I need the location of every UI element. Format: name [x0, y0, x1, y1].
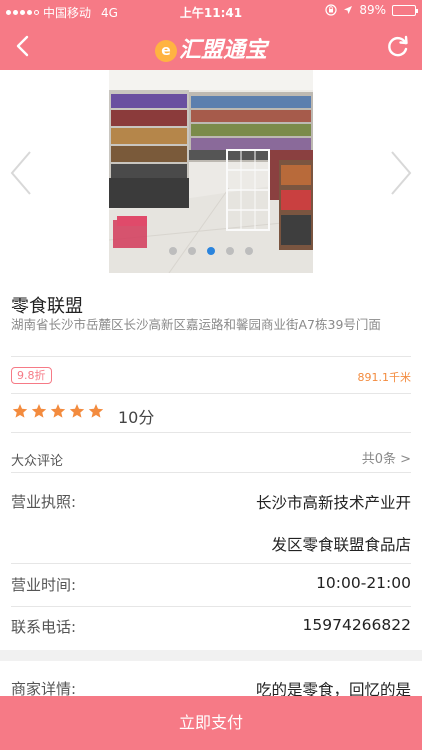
- image-carousel[interactable]: [0, 70, 422, 280]
- refresh-icon[interactable]: [382, 30, 414, 62]
- carousel-indicator: [0, 247, 422, 255]
- nav-bar: e 汇盟通宝: [0, 22, 422, 70]
- distance-label: 891.1千米: [357, 371, 412, 384]
- rating-score: 10分: [118, 408, 155, 427]
- discount-badge: 9.8折: [11, 367, 52, 384]
- license-value-line2: 发区零食联盟食品店: [271, 536, 411, 554]
- pay-now-button[interactable]: 立即支付: [0, 696, 422, 750]
- carousel-dot[interactable]: [245, 247, 253, 255]
- star-icon: [69, 404, 85, 418]
- license-value-line1: 长沙市高新技术产业开: [255, 494, 411, 512]
- location-arrow-icon: [344, 6, 353, 14]
- license-label: 营业执照:: [11, 493, 77, 511]
- status-bar: 中国移动 4G 上午11:41 89%: [0, 0, 422, 22]
- store-interior-image: [109, 70, 313, 273]
- battery-percent: 89%: [359, 3, 386, 17]
- hours-value: 10:00-21:00: [316, 574, 411, 592]
- logo-mark: e: [154, 40, 177, 62]
- star-icon: [31, 404, 47, 418]
- battery-icon: [392, 4, 418, 16]
- carousel-next-icon[interactable]: [386, 148, 416, 198]
- divider: [11, 356, 411, 357]
- star-icon: [12, 404, 28, 418]
- carousel-prev-icon[interactable]: [6, 148, 36, 198]
- reviews-label[interactable]: 大众评论: [11, 450, 63, 469]
- status-bar-right: 89%: [325, 3, 418, 17]
- carousel-dot[interactable]: [169, 247, 177, 255]
- divider: [11, 606, 411, 607]
- star-icon: [88, 404, 104, 418]
- shop-photo: [109, 70, 313, 273]
- carousel-dot[interactable]: [188, 247, 196, 255]
- divider: [11, 393, 411, 394]
- carousel-dot[interactable]: [226, 247, 234, 255]
- shop-name: 零食联盟: [11, 296, 83, 317]
- divider: [11, 472, 411, 473]
- rating-stars: [12, 403, 104, 419]
- section-separator: [0, 650, 422, 661]
- reviews-count-link[interactable]: 共0条 >: [362, 448, 411, 467]
- phone-value[interactable]: 15974266822: [303, 616, 411, 634]
- app-logo: e 汇盟通宝: [0, 32, 422, 64]
- star-icon: [50, 404, 66, 418]
- carousel-dot[interactable]: [207, 247, 215, 255]
- divider: [11, 563, 411, 564]
- orientation-lock-icon: [325, 4, 337, 16]
- hours-label: 营业时间:: [11, 576, 77, 594]
- divider: [11, 432, 411, 433]
- logo-text: 汇盟通宝: [178, 38, 267, 63]
- phone-label: 联系电话:: [11, 618, 77, 636]
- shop-address: 湖南省长沙市岳麓区长沙高新区嘉运路和馨园商业街A7栋39号门面: [11, 317, 381, 332]
